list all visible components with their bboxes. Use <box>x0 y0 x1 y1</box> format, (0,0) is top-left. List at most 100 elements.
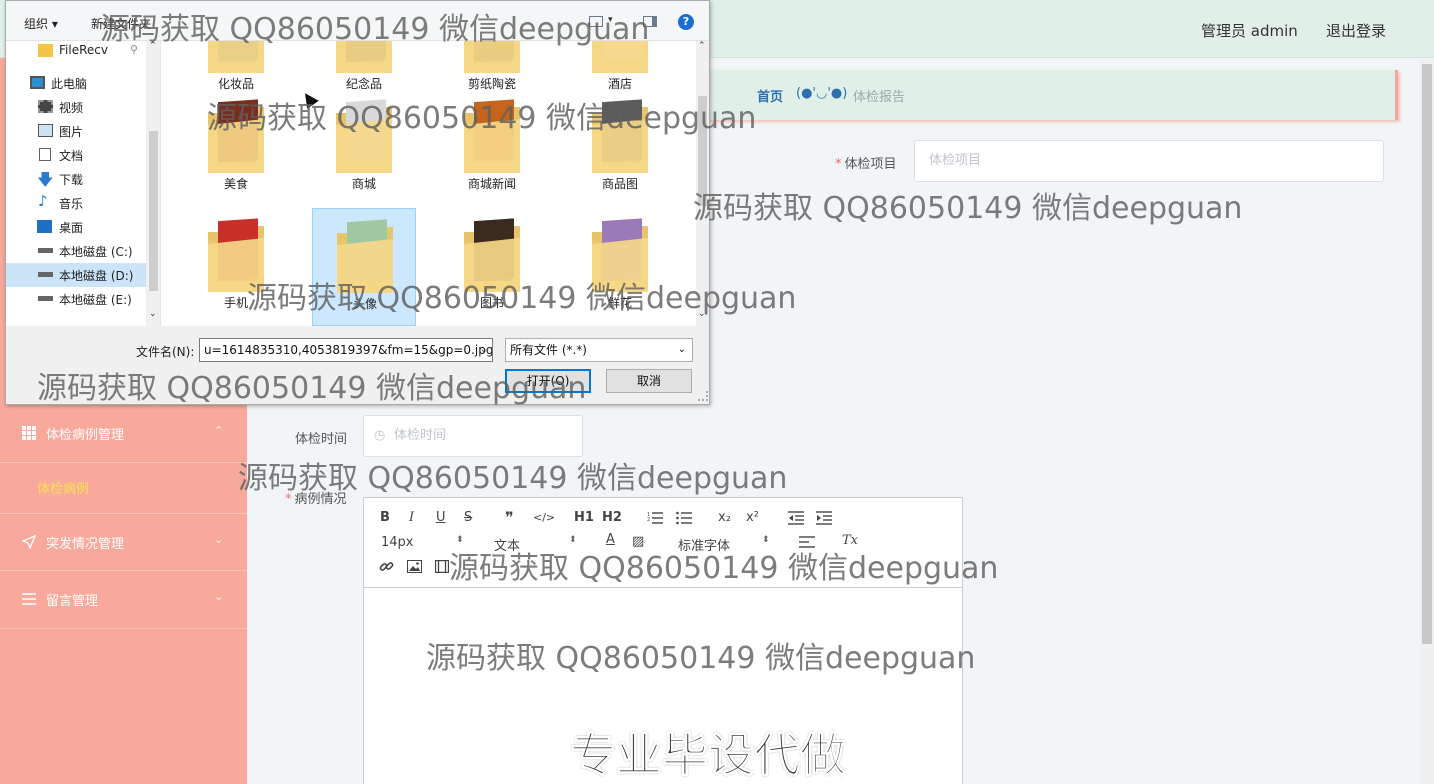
bold-button[interactable]: B <box>380 510 390 525</box>
folder-name: 商城新闻 <box>467 177 516 191</box>
image-icon[interactable] <box>407 560 422 573</box>
project-input[interactable]: 体检项目 <box>914 140 1384 182</box>
subscript-button[interactable]: x₂ <box>718 510 731 525</box>
filename-input[interactable]: u=1614835310,4053819397&fm=15&gp=0.jpg ⌄ <box>199 338 493 362</box>
help-icon[interactable]: ? <box>678 14 694 30</box>
chevron-down-icon[interactable]: ⌄ <box>480 339 488 361</box>
scrollbar-thumb[interactable] <box>149 131 158 291</box>
folder-item[interactable]: 手机 <box>184 208 288 326</box>
folder-icon <box>462 41 522 75</box>
pin-icon: ⚲ <box>130 43 139 56</box>
files-scrollbar[interactable]: ⌃ ⌄ <box>696 41 709 326</box>
outdent-icon[interactable] <box>788 511 804 525</box>
new-folder-button[interactable]: 新建文件夹 <box>91 15 151 32</box>
align-icon[interactable] <box>799 536 815 548</box>
folder-icon <box>206 41 266 75</box>
nav-item-videos[interactable]: 视频 <box>6 95 146 119</box>
scroll-up-icon[interactable]: ⌃ <box>698 41 706 51</box>
logout-button[interactable]: 退出登录 <box>1326 20 1386 41</box>
video-icon[interactable] <box>435 560 449 573</box>
filetype-select[interactable]: 所有文件 (*.*) ⌄ <box>505 338 693 362</box>
folder-name: 美食 <box>223 177 248 191</box>
h1-button[interactable]: H1 <box>574 510 594 525</box>
scroll-down-icon[interactable]: ⌄ <box>698 309 706 319</box>
time-input[interactable]: ◷ 体检时间 <box>363 415 583 457</box>
nav-item-documents[interactable]: 文档 <box>6 143 146 167</box>
nav-item-downloads[interactable]: 🡇 下载 <box>6 167 146 191</box>
nav-item-pictures[interactable]: 图片 <box>6 119 146 143</box>
link-icon[interactable] <box>379 559 394 574</box>
scrollbar-thumb[interactable] <box>698 96 707 206</box>
picture-icon <box>38 124 53 137</box>
editor-content[interactable]: 专业毕设代做 <box>364 589 962 784</box>
nav-item-drive-e[interactable]: 本地磁盘 (E:) <box>6 287 146 311</box>
folder-item[interactable]: 商城 <box>312 89 416 207</box>
organize-button[interactable]: 组织 ▾ <box>24 15 58 32</box>
code-block-button[interactable]: </> <box>533 511 555 524</box>
desktop-icon <box>37 220 52 233</box>
nav-item-drive-d[interactable]: 本地磁盘 (D:) <box>6 263 146 287</box>
view-options-icon[interactable] <box>589 16 603 27</box>
folder-icon <box>590 41 650 75</box>
file-open-dialog: 组织 ▾ 新建文件夹 ▾ ? FileRecv ⚲ 此电脑 视频 图片 文档 🡇… <box>5 0 710 405</box>
chevron-up-icon: ⌃ <box>214 424 224 437</box>
nav-item-music[interactable]: ♪ 音乐 <box>6 191 146 215</box>
watermark-text: 源码获取 QQ86050149 微信deepguan <box>693 191 1243 226</box>
open-button[interactable]: 打开(O) <box>505 369 591 393</box>
strike-button[interactable]: S <box>464 510 472 525</box>
nav-scrollbar[interactable]: ⌃ ⌄ <box>146 41 160 326</box>
italic-button[interactable]: I <box>409 510 414 525</box>
case-label: * 病例情况 <box>285 492 347 507</box>
music-icon: ♪ <box>38 192 48 210</box>
rich-text-editor[interactable]: B I U S ❞ </> H1 H2 12 x₂ x² 14px ⬍ 文本 ⬍… <box>363 497 963 784</box>
chevron-down-icon[interactable]: ▾ <box>608 15 613 25</box>
bullet-list-icon[interactable] <box>676 511 692 525</box>
send-icon <box>22 535 36 549</box>
sidebar-item-case-management[interactable]: 体检病例管理 ⌃ <box>0 405 247 463</box>
filename-label: 文件名(N): <box>136 345 195 359</box>
sidebar-item-emergency[interactable]: 突发情况管理 ⌄ <box>0 513 247 571</box>
sidebar-item-messages[interactable]: 留言管理 ⌄ <box>0 571 247 629</box>
font-family-select[interactable]: 标准字体 <box>678 535 730 554</box>
page-scrollbar[interactable] <box>1420 60 1434 784</box>
indent-icon[interactable] <box>816 511 832 525</box>
chevron-updown-icon: ⬍ <box>569 535 577 545</box>
clear-format-button[interactable]: Tx <box>842 533 858 548</box>
chevron-updown-icon: ⬍ <box>456 535 464 545</box>
drive-icon <box>38 248 53 253</box>
chevron-down-icon: ⌄ <box>214 533 224 546</box>
sidebar-subitem-case[interactable]: 体检病例 <box>37 478 89 497</box>
superscript-button[interactable]: x² <box>746 510 759 525</box>
folder-item[interactable]: 商品图 <box>568 89 672 207</box>
cancel-button[interactable]: 取消 <box>606 369 692 393</box>
folder-icon <box>334 95 394 175</box>
background-color-icon[interactable]: ▨ <box>632 534 644 549</box>
font-size-select[interactable]: 14px <box>381 535 414 550</box>
nav-item-drive-c[interactable]: 本地磁盘 (C:) <box>6 239 146 263</box>
scrollbar-thumb[interactable] <box>1422 64 1432 644</box>
h2-button[interactable]: H2 <box>602 510 622 525</box>
sidebar-item-label: 突发情况管理 <box>46 537 125 552</box>
block-type-select[interactable]: 文本 <box>494 535 520 554</box>
preview-pane-icon[interactable] <box>643 16 657 27</box>
folder-item[interactable]: 头像 <box>312 208 416 326</box>
nav-item-filerecv[interactable]: FileRecv ⚲ <box>6 41 146 63</box>
folder-item[interactable]: 商城新闻 <box>440 89 544 207</box>
blockquote-button[interactable]: ❞ <box>505 508 514 527</box>
font-color-button[interactable]: A <box>606 532 615 547</box>
scroll-up-icon[interactable]: ⌃ <box>149 41 157 51</box>
nav-item-this-pc[interactable]: 此电脑 <box>6 71 146 95</box>
ordered-list-icon[interactable]: 12 <box>647 511 663 525</box>
breadcrumb-home[interactable]: 首页 <box>757 86 783 105</box>
folder-icon <box>335 215 395 295</box>
nav-item-desktop[interactable]: 桌面 <box>6 215 146 239</box>
resize-grip-icon[interactable] <box>698 391 708 401</box>
folder-icon <box>462 95 522 175</box>
dialog-toolbar: 组织 ▾ 新建文件夹 ▾ ? <box>6 1 709 41</box>
folder-item[interactable]: 图书 <box>440 208 544 326</box>
underline-button[interactable]: U <box>436 510 446 525</box>
scroll-down-icon[interactable]: ⌄ <box>149 309 157 319</box>
video-icon <box>38 100 53 113</box>
folder-item[interactable]: 美食 <box>184 89 288 207</box>
folder-item[interactable]: 鲜花 <box>568 208 672 326</box>
